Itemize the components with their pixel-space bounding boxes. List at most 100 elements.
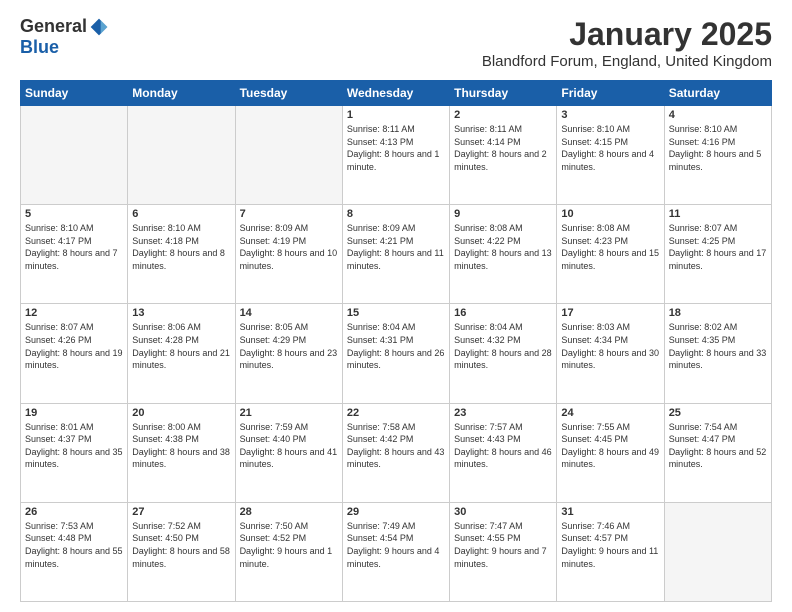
day-info: Sunrise: 8:07 AMSunset: 4:25 PMDaylight:… [669,222,767,272]
calendar: Sunday Monday Tuesday Wednesday Thursday… [20,80,772,602]
title-block: January 2025 Blandford Forum, England, U… [482,16,772,70]
location-title: Blandford Forum, England, United Kingdom [482,53,772,70]
day-number: 14 [240,307,338,319]
calendar-cell [128,106,235,205]
day-info: Sunrise: 7:49 AMSunset: 4:54 PMDaylight:… [347,520,445,570]
week-row-1: 1 Sunrise: 8:11 AMSunset: 4:13 PMDaylight… [21,106,772,205]
col-monday: Monday [128,81,235,106]
day-number: 24 [561,407,659,419]
day-info: Sunrise: 8:09 AMSunset: 4:21 PMDaylight:… [347,222,445,272]
day-number: 13 [132,307,230,319]
day-info: Sunrise: 7:47 AMSunset: 4:55 PMDaylight:… [454,520,552,570]
col-sunday: Sunday [21,81,128,106]
calendar-cell: 17Sunrise: 8:03 AMSunset: 4:34 PMDayligh… [557,304,664,403]
day-info: Sunrise: 8:10 AMSunset: 4:17 PMDaylight:… [25,222,123,272]
day-number: 22 [347,407,445,419]
day-info: Sunrise: 8:05 AMSunset: 4:29 PMDaylight:… [240,321,338,371]
day-info: Sunrise: 8:04 AMSunset: 4:32 PMDaylight:… [454,321,552,371]
day-info: Sunrise: 7:55 AMSunset: 4:45 PMDaylight:… [561,421,659,471]
week-row-3: 12 Sunrise: 8:07 AMSunset: 4:26 PMDayligh… [21,304,772,403]
calendar-cell: 24 Sunrise: 7:55 AMSunset: 4:45 PMDayligh… [557,403,664,502]
day-number: 15 [347,307,445,319]
calendar-cell: 16 Sunrise: 8:04 AMSunset: 4:32 PMDayligh… [450,304,557,403]
calendar-cell: 7Sunrise: 8:09 AMSunset: 4:19 PMDaylight… [235,205,342,304]
day-number: 23 [454,407,552,419]
calendar-cell: 5 Sunrise: 8:10 AMSunset: 4:17 PMDaylight… [21,205,128,304]
day-info: Sunrise: 7:54 AMSunset: 4:47 PMDaylight:… [669,421,767,471]
day-number: 18 [669,307,767,319]
logo: General Blue [20,16,109,58]
calendar-cell: 29Sunrise: 7:49 AMSunset: 4:54 PMDayligh… [342,502,449,601]
day-info: Sunrise: 8:08 AMSunset: 4:22 PMDaylight:… [454,222,552,272]
day-number: 20 [132,407,230,419]
calendar-cell: 13 Sunrise: 8:06 AMSunset: 4:28 PMDayligh… [128,304,235,403]
day-number: 30 [454,506,552,518]
calendar-cell: 4 Sunrise: 8:10 AMSunset: 4:16 PMDaylight… [664,106,771,205]
day-info: Sunrise: 8:08 AMSunset: 4:23 PMDaylight:… [561,222,659,272]
day-number: 6 [132,208,230,220]
day-number: 8 [347,208,445,220]
day-info: Sunrise: 8:11 AMSunset: 4:13 PMDaylight:… [347,123,445,173]
day-info: Sunrise: 8:06 AMSunset: 4:28 PMDaylight:… [132,321,230,371]
calendar-cell: 10 Sunrise: 8:08 AMSunset: 4:23 PMDayligh… [557,205,664,304]
calendar-cell: 3 Sunrise: 8:10 AMSunset: 4:15 PMDaylight… [557,106,664,205]
logo-blue-text: Blue [20,37,59,57]
col-wednesday: Wednesday [342,81,449,106]
calendar-cell [664,502,771,601]
calendar-cell: 9Sunrise: 8:08 AMSunset: 4:22 PMDaylight… [450,205,557,304]
day-info: Sunrise: 8:00 AMSunset: 4:38 PMDaylight:… [132,421,230,471]
page: General Blue January 2025 Blandford Foru… [0,0,792,612]
day-info: Sunrise: 8:10 AMSunset: 4:16 PMDaylight:… [669,123,767,173]
calendar-cell: 11 Sunrise: 8:07 AMSunset: 4:25 PMDayligh… [664,205,771,304]
calendar-cell: 14 Sunrise: 8:05 AMSunset: 4:29 PMDayligh… [235,304,342,403]
calendar-cell [235,106,342,205]
header: General Blue January 2025 Blandford Foru… [20,16,772,70]
day-info: Sunrise: 7:58 AMSunset: 4:42 PMDaylight:… [347,421,445,471]
logo-general-text: General [20,16,87,37]
day-number: 28 [240,506,338,518]
day-number: 5 [25,208,123,220]
day-info: Sunrise: 8:04 AMSunset: 4:31 PMDaylight:… [347,321,445,371]
col-tuesday: Tuesday [235,81,342,106]
calendar-cell: 2Sunrise: 8:11 AMSunset: 4:14 PMDaylight… [450,106,557,205]
day-info: Sunrise: 8:01 AMSunset: 4:37 PMDaylight:… [25,421,123,471]
day-number: 12 [25,307,123,319]
day-info: Sunrise: 8:03 AMSunset: 4:34 PMDaylight:… [561,321,659,371]
day-info: Sunrise: 7:57 AMSunset: 4:43 PMDaylight:… [454,421,552,471]
calendar-cell: 25 Sunrise: 7:54 AMSunset: 4:47 PMDayligh… [664,403,771,502]
calendar-cell: 20 Sunrise: 8:00 AMSunset: 4:38 PMDayligh… [128,403,235,502]
calendar-cell: 27Sunrise: 7:52 AMSunset: 4:50 PMDayligh… [128,502,235,601]
day-info: Sunrise: 8:11 AMSunset: 4:14 PMDaylight:… [454,123,552,173]
calendar-cell: 23 Sunrise: 7:57 AMSunset: 4:43 PMDayligh… [450,403,557,502]
calendar-cell [21,106,128,205]
day-info: Sunrise: 7:50 AMSunset: 4:52 PMDaylight:… [240,520,338,570]
calendar-cell: 28 Sunrise: 7:50 AMSunset: 4:52 PMDayligh… [235,502,342,601]
day-info: Sunrise: 8:07 AMSunset: 4:26 PMDaylight:… [25,321,123,371]
calendar-cell: 6 Sunrise: 8:10 AMSunset: 4:18 PMDaylight… [128,205,235,304]
day-info: Sunrise: 7:59 AMSunset: 4:40 PMDaylight:… [240,421,338,471]
day-info: Sunrise: 8:02 AMSunset: 4:35 PMDaylight:… [669,321,767,371]
day-info: Sunrise: 8:10 AMSunset: 4:15 PMDaylight:… [561,123,659,173]
day-info: Sunrise: 8:09 AMSunset: 4:19 PMDaylight:… [240,222,338,272]
day-number: 10 [561,208,659,220]
day-number: 4 [669,109,767,121]
day-number: 25 [669,407,767,419]
day-number: 11 [669,208,767,220]
day-info: Sunrise: 7:53 AMSunset: 4:48 PMDaylight:… [25,520,123,570]
calendar-cell: 26Sunrise: 7:53 AMSunset: 4:48 PMDayligh… [21,502,128,601]
day-number: 3 [561,109,659,121]
col-thursday: Thursday [450,81,557,106]
day-info: Sunrise: 8:10 AMSunset: 4:18 PMDaylight:… [132,222,230,272]
calendar-cell: 21 Sunrise: 7:59 AMSunset: 4:40 PMDayligh… [235,403,342,502]
col-friday: Friday [557,81,664,106]
week-row-4: 19Sunrise: 8:01 AMSunset: 4:37 PMDayligh… [21,403,772,502]
calendar-cell: 22 Sunrise: 7:58 AMSunset: 4:42 PMDayligh… [342,403,449,502]
week-row-2: 5 Sunrise: 8:10 AMSunset: 4:17 PMDaylight… [21,205,772,304]
day-number: 16 [454,307,552,319]
calendar-cell: 31Sunrise: 7:46 AMSunset: 4:57 PMDayligh… [557,502,664,601]
day-number: 21 [240,407,338,419]
day-number: 1 [347,109,445,121]
calendar-header-row: Sunday Monday Tuesday Wednesday Thursday… [21,81,772,106]
day-info: Sunrise: 7:52 AMSunset: 4:50 PMDaylight:… [132,520,230,570]
week-row-5: 26Sunrise: 7:53 AMSunset: 4:48 PMDayligh… [21,502,772,601]
